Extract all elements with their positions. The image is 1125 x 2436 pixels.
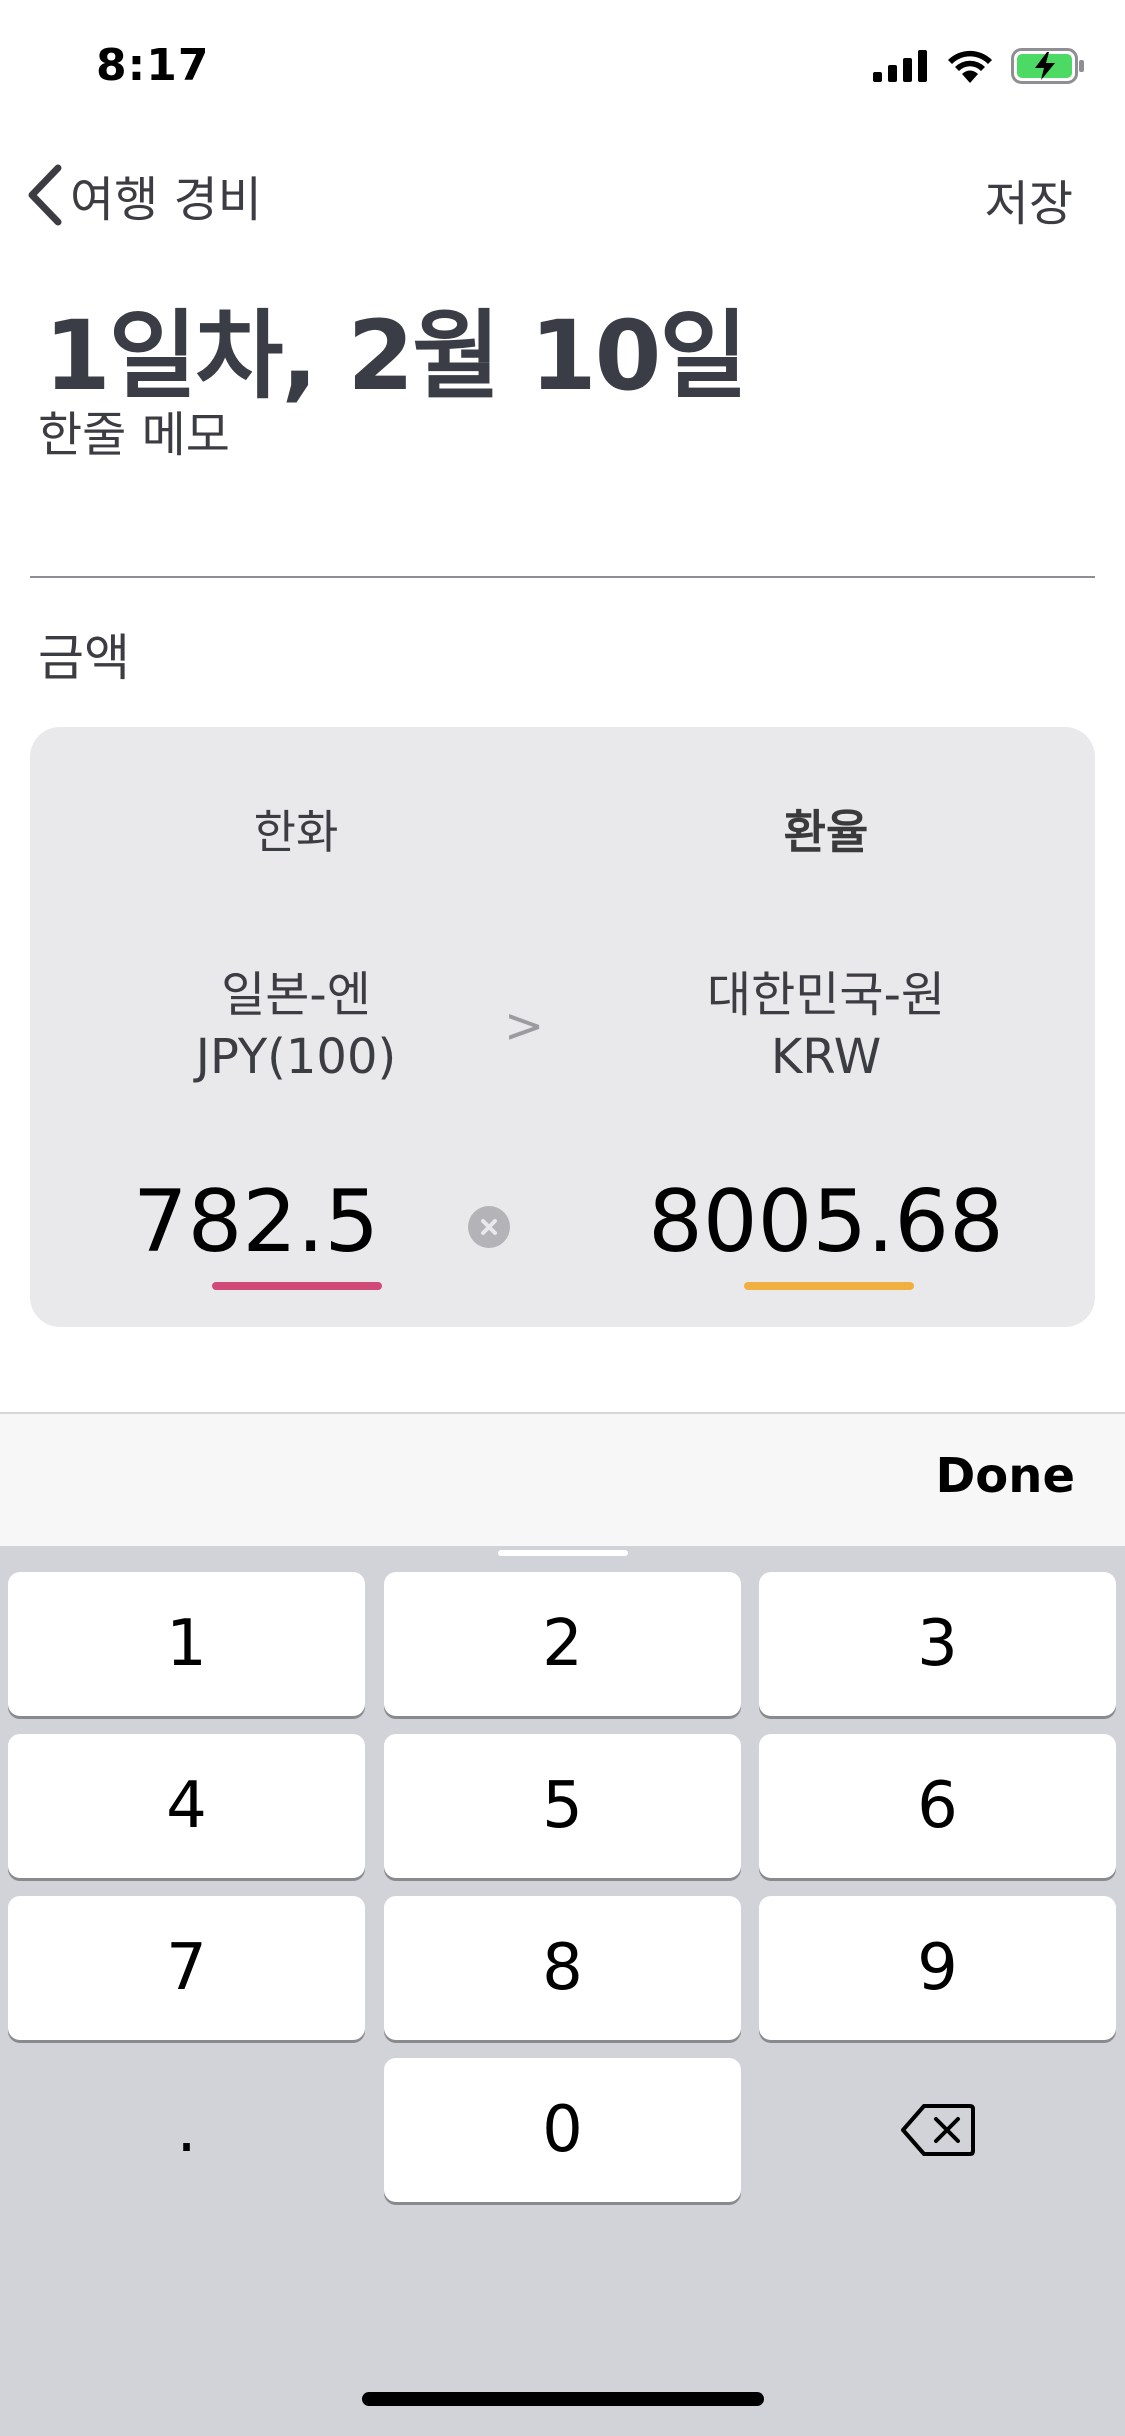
- right-column-header: 환율: [783, 805, 869, 859]
- from-amount-underline: [212, 1282, 382, 1290]
- key-9[interactable]: 9: [759, 1896, 1116, 2040]
- keyboard-grabber: [498, 1550, 628, 1556]
- to-currency-code: KRW: [770, 1029, 882, 1085]
- status-icons: [873, 48, 1085, 84]
- from-currency-name: 일본-엔: [221, 967, 371, 1023]
- back-button-label: 여행 경비: [70, 172, 262, 228]
- key-6[interactable]: 6: [759, 1734, 1116, 1878]
- chevron-left-icon: [28, 164, 62, 226]
- key-1[interactable]: 1: [8, 1572, 365, 1716]
- key-5[interactable]: 5: [384, 1734, 741, 1878]
- back-button[interactable]: 여행 경비: [22, 160, 262, 230]
- clear-icon: [481, 1219, 497, 1235]
- save-button[interactable]: 저장: [985, 164, 1073, 234]
- key-4[interactable]: 4: [8, 1734, 365, 1878]
- conversion-arrow: >: [504, 998, 545, 1054]
- to-amount-underline: [744, 1282, 914, 1290]
- backspace-icon: [900, 2104, 975, 2156]
- memo-input[interactable]: [38, 400, 1088, 470]
- battery-charging-icon: [1011, 48, 1084, 84]
- key-0[interactable]: 0: [384, 2058, 741, 2202]
- home-indicator[interactable]: [362, 2392, 764, 2406]
- to-currency-selector[interactable]: 대한민국-원 KRW: [596, 964, 1056, 1088]
- key-3[interactable]: 3: [759, 1572, 1116, 1716]
- key-decimal[interactable]: .: [8, 2058, 365, 2202]
- from-currency-selector[interactable]: 일본-엔 JPY(100): [66, 964, 526, 1088]
- page-title: 1일차, 2월 10일: [44, 300, 748, 412]
- key-2[interactable]: 2: [384, 1572, 741, 1716]
- delete-key[interactable]: [759, 2058, 1116, 2202]
- to-currency-name: 대한민국-원: [706, 967, 946, 1023]
- amount-section-label: 금액: [38, 629, 130, 687]
- status-time: 8:17: [96, 40, 210, 91]
- left-column-header: 한화: [253, 805, 339, 859]
- key-7[interactable]: 7: [8, 1896, 365, 2040]
- from-amount-field[interactable]: 782.5: [26, 1172, 486, 1272]
- clear-amount-button[interactable]: [468, 1206, 510, 1248]
- to-amount-field[interactable]: 8005.68: [596, 1172, 1056, 1272]
- from-currency-code: JPY(100): [195, 1029, 397, 1085]
- key-8[interactable]: 8: [384, 1896, 741, 2040]
- done-button[interactable]: Done: [935, 1448, 1075, 1504]
- cellular-signal-icon: [873, 50, 927, 82]
- wifi-icon: [948, 50, 992, 83]
- memo-divider: [30, 576, 1095, 578]
